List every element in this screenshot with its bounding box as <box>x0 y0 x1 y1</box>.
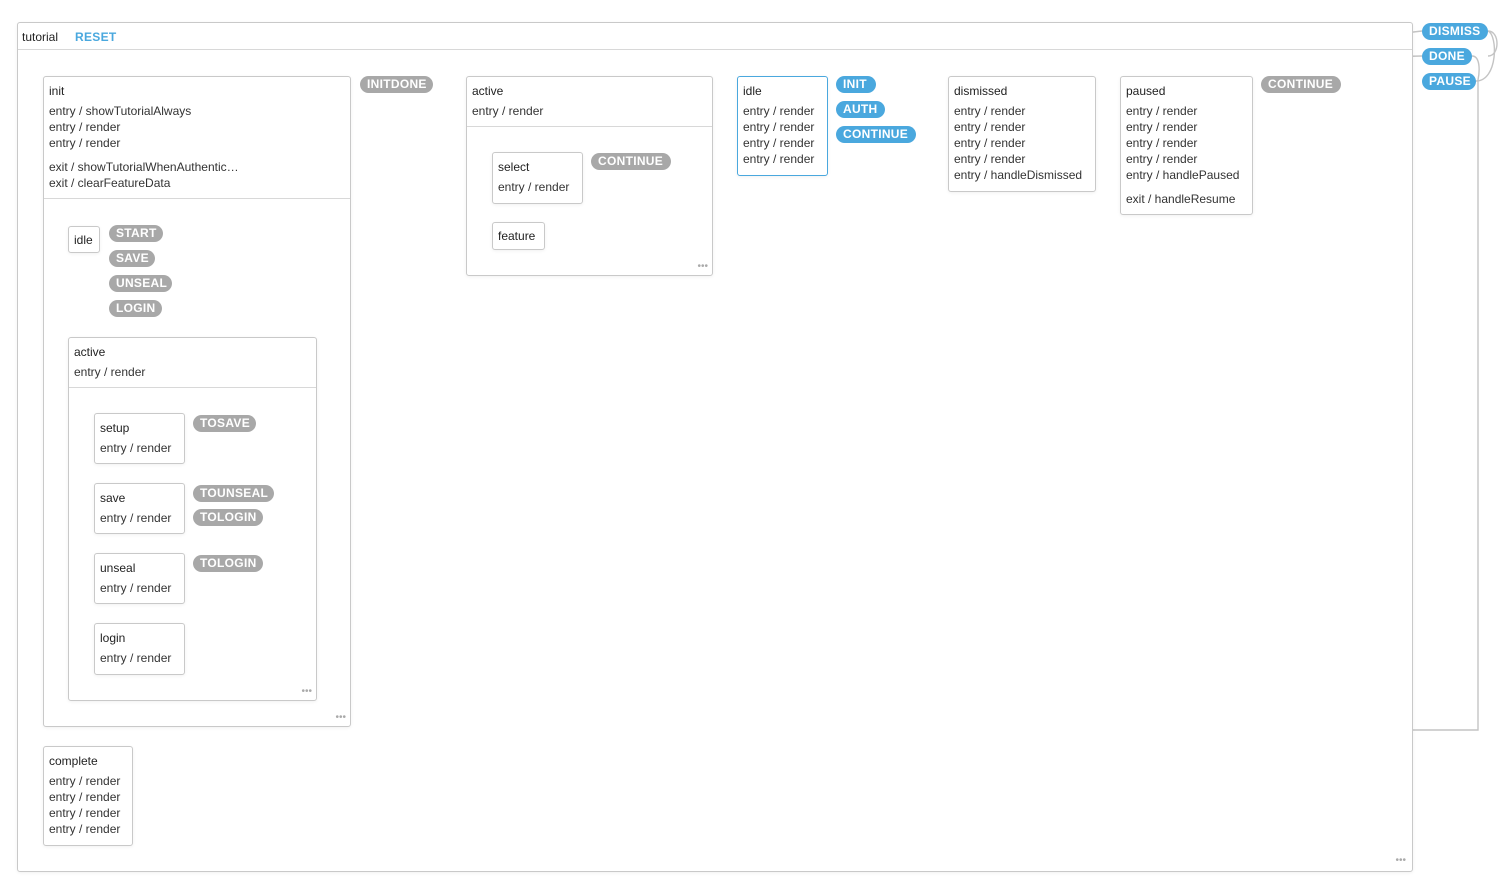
event-auth[interactable]: AUTH <box>836 101 885 118</box>
entry-action: entry / render <box>49 806 121 820</box>
entry-action: entry / render <box>1126 120 1198 134</box>
event-unseal[interactable]: UNSEAL <box>109 275 172 292</box>
state-name: login <box>100 631 126 645</box>
state-name: init <box>49 84 65 98</box>
event-continue-select[interactable]: CONTINUE <box>591 153 671 170</box>
exit-action: exit / clearFeatureData <box>49 176 171 190</box>
state-name: idle <box>743 84 762 98</box>
event-initdone[interactable]: INITDONE <box>360 76 433 93</box>
state-divider <box>467 126 712 127</box>
entry-action: entry / render <box>1126 136 1198 150</box>
state-name: active <box>472 84 504 98</box>
event-tologin-unseal[interactable]: TOLOGIN <box>193 555 263 572</box>
state-divider <box>44 198 350 199</box>
entry-action: entry / render <box>498 180 570 194</box>
state-unseal[interactable]: unseal entry / render <box>94 553 185 604</box>
event-tologin[interactable]: TOLOGIN <box>193 509 263 526</box>
state-name: unseal <box>100 561 136 575</box>
entry-action: entry / render <box>954 104 1026 118</box>
state-name: complete <box>49 754 98 768</box>
event-login[interactable]: LOGIN <box>109 300 162 317</box>
event-continue-idle[interactable]: CONTINUE <box>836 126 916 143</box>
machine-title: tutorial <box>22 30 59 44</box>
entry-action: entry / render <box>100 581 172 595</box>
event-pause[interactable]: PAUSE <box>1422 73 1476 90</box>
event-init[interactable]: INIT <box>836 76 876 93</box>
entry-action: entry / render <box>49 822 121 836</box>
state-name: active <box>74 345 106 359</box>
state-name: feature <box>498 229 536 243</box>
state-name: idle <box>74 233 93 247</box>
state-idle[interactable]: idle entry / render entry / render entry… <box>737 76 828 176</box>
entry-action: entry / render <box>49 120 121 134</box>
state-complete[interactable]: complete entry / render entry / render e… <box>43 746 133 846</box>
event-tounseal[interactable]: TOUNSEAL <box>193 485 274 502</box>
entry-action: entry / render <box>954 120 1026 134</box>
entry-action: entry / render <box>743 152 815 166</box>
event-done[interactable]: DONE <box>1422 48 1472 65</box>
event-save[interactable]: SAVE <box>109 250 155 267</box>
entry-action: entry / render <box>49 790 121 804</box>
entry-action: entry / render <box>743 104 815 118</box>
entry-action: entry / render <box>100 441 172 455</box>
entry-action: entry / render <box>100 511 172 525</box>
entry-action: entry / handlePaused <box>1126 168 1240 182</box>
state-name: select <box>498 160 530 174</box>
state-divider <box>69 387 316 388</box>
entry-action: entry / handleDismissed <box>954 168 1083 182</box>
entry-action: entry / showTutorialAlways <box>49 104 192 118</box>
entry-action: entry / render <box>472 104 544 118</box>
event-tosave[interactable]: TOSAVE <box>193 415 256 432</box>
exit-action: exit / handleResume <box>1126 192 1236 206</box>
more-icon[interactable]: ••• <box>697 262 708 272</box>
more-icon[interactable]: ••• <box>1395 856 1406 866</box>
state-feature[interactable]: feature <box>492 222 545 250</box>
state-name: setup <box>100 421 130 435</box>
event-start[interactable]: START <box>109 225 163 242</box>
entry-action: entry / render <box>1126 104 1198 118</box>
state-save[interactable]: save entry / render <box>94 483 185 534</box>
state-paused[interactable]: paused entry / render entry / render ent… <box>1120 76 1253 215</box>
event-continue-paused[interactable]: CONTINUE <box>1261 76 1341 93</box>
machine-header-divider <box>18 49 1412 50</box>
state-name: paused <box>1126 84 1166 98</box>
state-name: save <box>100 491 126 505</box>
more-icon[interactable]: ••• <box>301 687 312 697</box>
state-dismissed[interactable]: dismissed entry / render entry / render … <box>948 76 1096 192</box>
state-login[interactable]: login entry / render <box>94 623 185 675</box>
entry-action: entry / render <box>743 136 815 150</box>
entry-action: entry / render <box>1126 152 1198 166</box>
reset-button[interactable]: RESET <box>75 30 117 44</box>
entry-action: entry / render <box>954 152 1026 166</box>
entry-action: entry / render <box>100 651 172 665</box>
entry-action: entry / render <box>49 136 121 150</box>
state-select[interactable]: select entry / render <box>492 152 583 204</box>
entry-action: entry / render <box>49 774 121 788</box>
state-name: dismissed <box>954 84 1008 98</box>
state-init-idle[interactable]: idle <box>68 226 100 253</box>
more-icon[interactable]: ••• <box>335 713 346 723</box>
entry-action: entry / render <box>743 120 815 134</box>
entry-action: entry / render <box>74 365 146 379</box>
state-setup[interactable]: setup entry / render <box>94 413 185 464</box>
event-dismiss[interactable]: DISMISS <box>1422 23 1488 40</box>
entry-action: entry / render <box>954 136 1026 150</box>
exit-action: exit / showTutorialWhenAuthentic… <box>49 160 239 174</box>
